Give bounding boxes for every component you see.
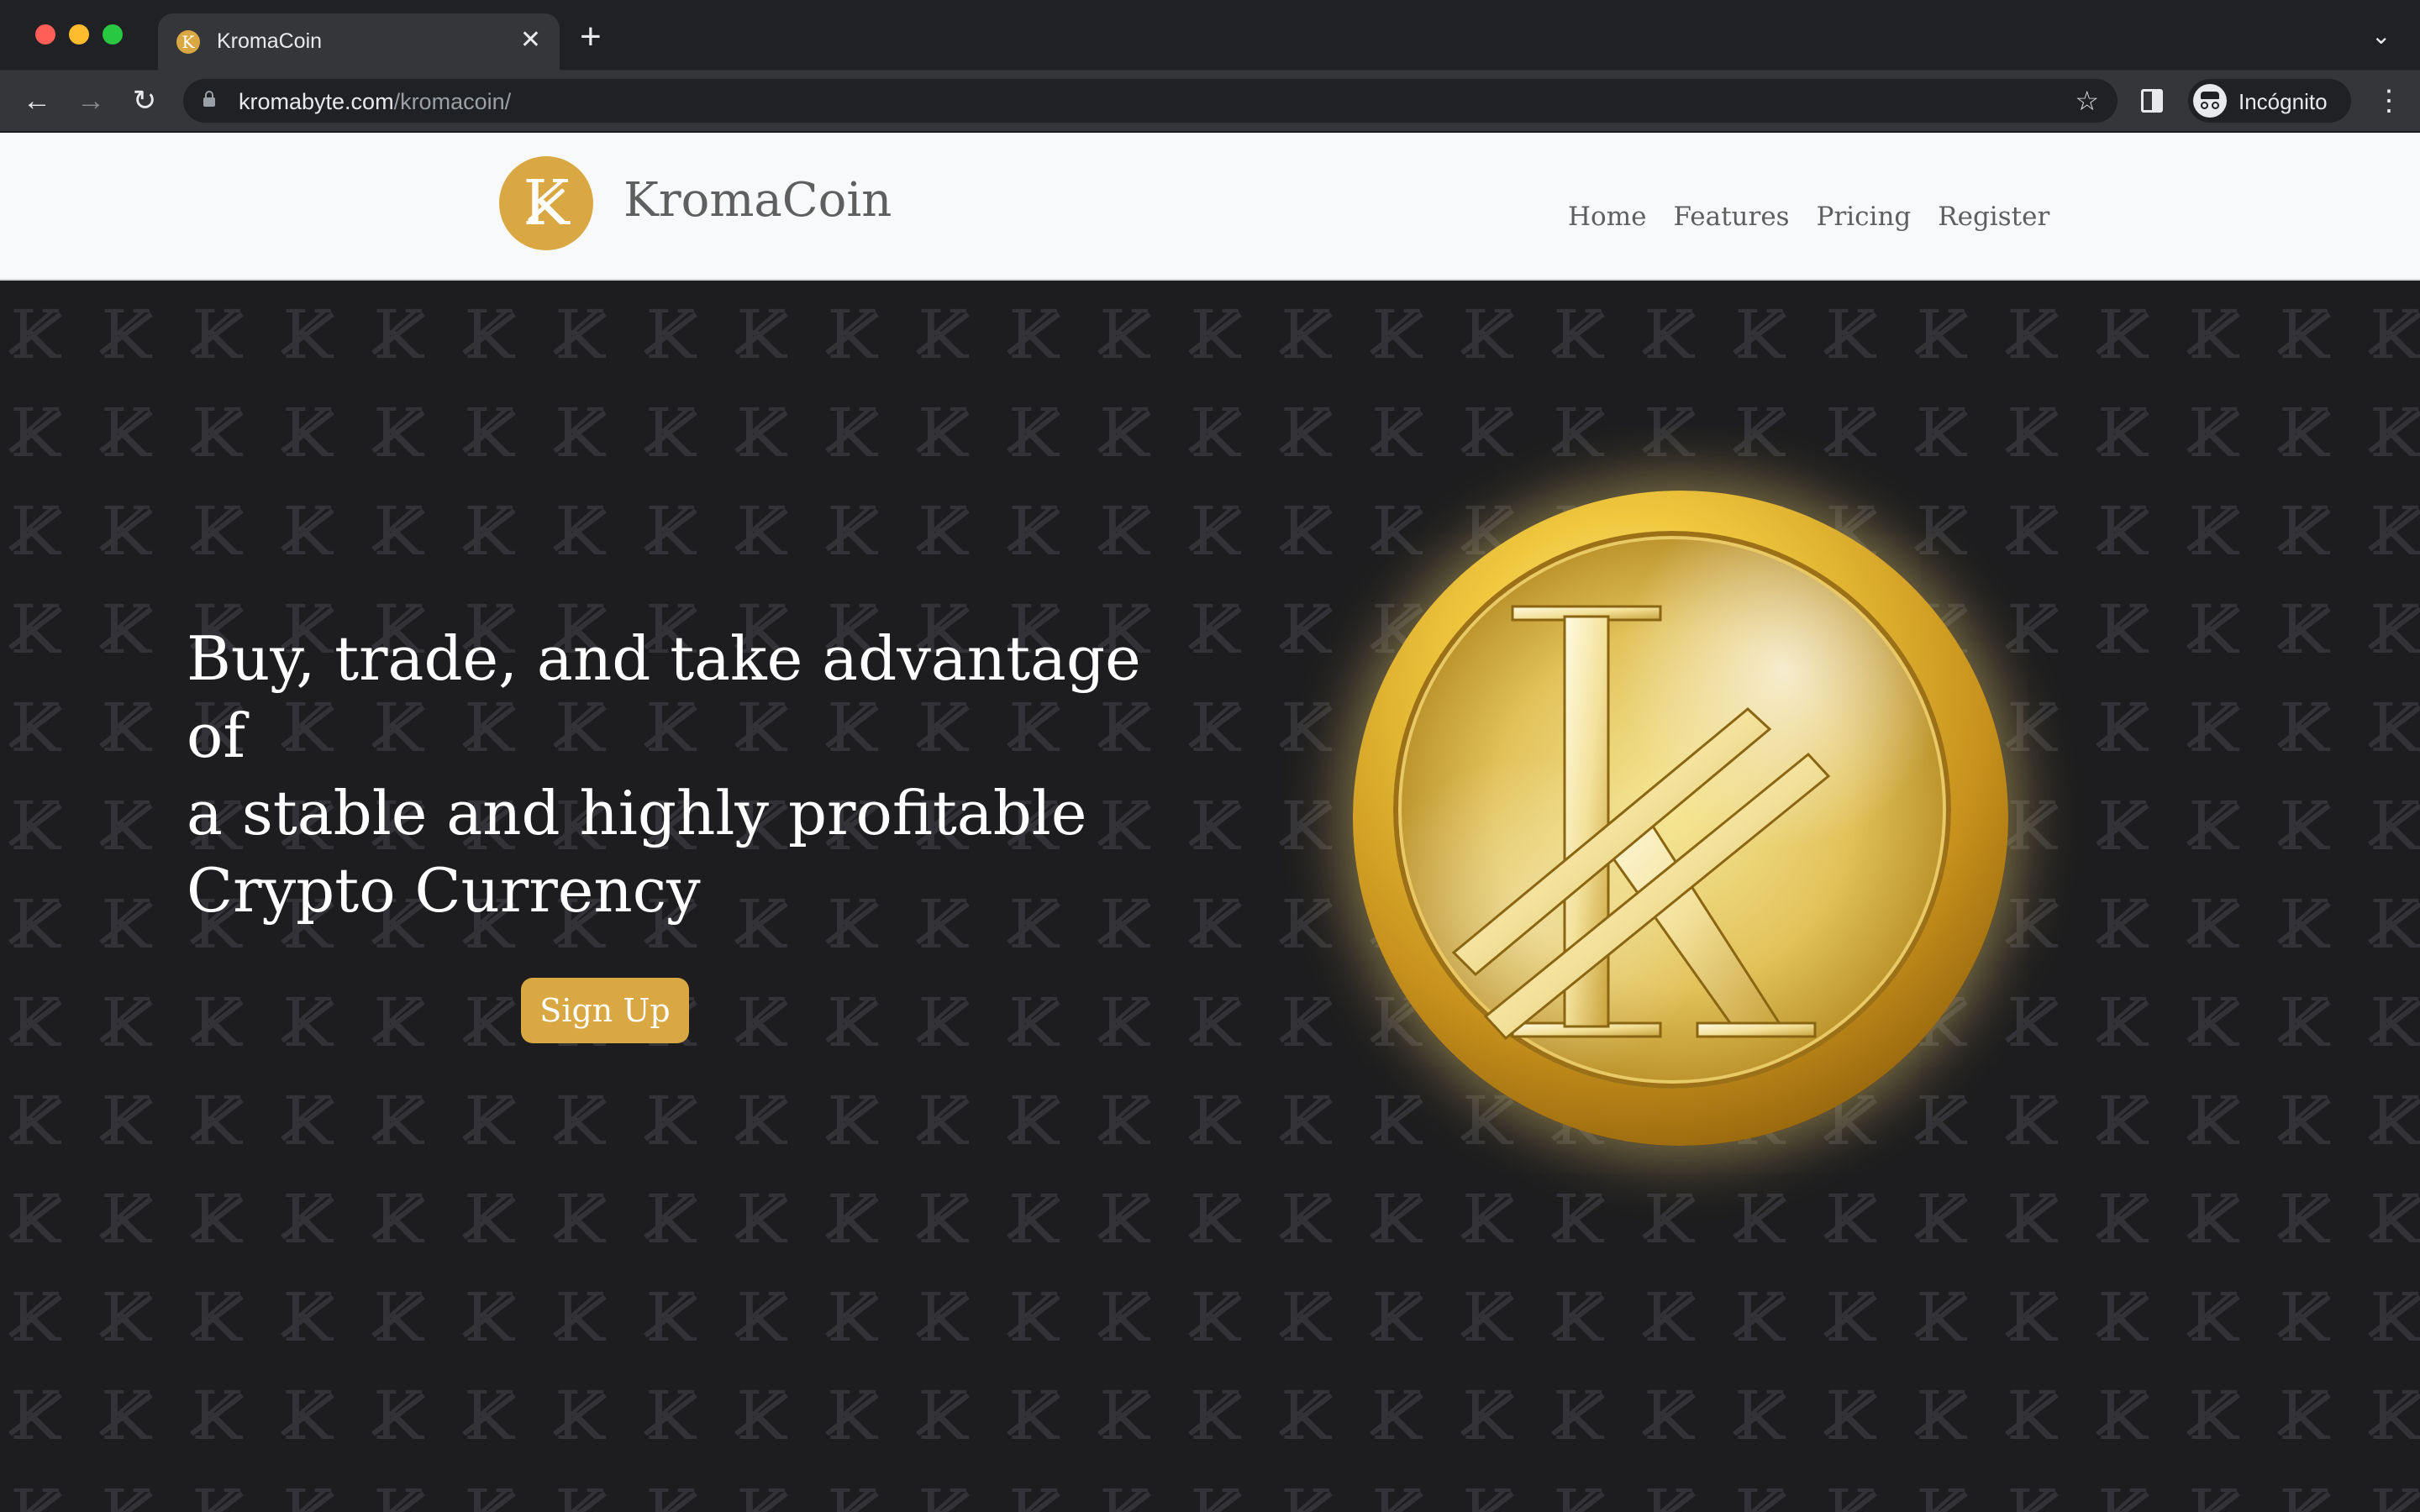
browser-tab-active[interactable]: K KromaCoin ✕ — [158, 13, 560, 71]
coin-k-symbol — [1451, 605, 1831, 1041]
headline-line-2: a stable and highly profitable — [187, 778, 1087, 848]
headline-line-1: Buy, trade, and take advantage of — [187, 623, 1141, 771]
nav-features[interactable]: Features — [1673, 202, 1789, 232]
brand-name[interactable]: KromaCoin — [623, 173, 892, 228]
minimize-window-button[interactable] — [69, 24, 89, 45]
forward-arrow-icon[interactable]: → — [72, 82, 109, 119]
kromacoin-logo[interactable]: K — [499, 156, 593, 250]
gold-coin-image — [1344, 482, 2017, 1154]
maximize-window-button[interactable] — [103, 24, 123, 45]
chevron-down-icon[interactable]: ⌄ — [2371, 22, 2391, 50]
site-header: K KromaCoin Home Features Pricing Regist… — [0, 133, 2420, 281]
reload-icon[interactable]: ↻ — [126, 82, 163, 119]
nav-register[interactable]: Register — [1938, 202, 2049, 232]
sign-up-button[interactable]: Sign Up — [521, 978, 689, 1043]
close-icon[interactable]: ✕ — [520, 27, 541, 54]
hero-headline: Buy, trade, and take advantage of a stab… — [187, 620, 1195, 929]
main-nav: Home Features Pricing Register — [1568, 202, 2049, 232]
kebab-menu-icon[interactable]: ⋮ — [2375, 84, 2403, 118]
incognito-profile-button[interactable]: Incógnito — [2188, 79, 2351, 123]
browser-tab-strip: K KromaCoin ✕ + ⌄ — [0, 0, 2420, 71]
side-panel-icon[interactable] — [2141, 89, 2163, 113]
back-arrow-icon[interactable]: ← — [18, 82, 55, 119]
url-text[interactable]: kromabyte.com/kromacoin/ — [239, 89, 511, 115]
url-path: /kromacoin/ — [393, 89, 512, 114]
kromacoin-favicon-icon: K — [176, 30, 200, 54]
lock-icon[interactable] — [203, 91, 215, 108]
hero-section: Buy, trade, and take advantage of a stab… — [0, 281, 2420, 1512]
address-bar[interactable]: kromabyte.com/kromacoin/ ☆ — [183, 79, 2118, 123]
nav-pricing[interactable]: Pricing — [1817, 202, 1912, 232]
url-host: kromabyte.com — [239, 89, 394, 114]
plus-icon[interactable]: + — [580, 18, 602, 55]
nav-home[interactable]: Home — [1568, 202, 1646, 232]
headline-line-3: Crypto Currency — [187, 855, 701, 926]
star-icon[interactable]: ☆ — [2075, 86, 2099, 116]
incognito-icon — [2193, 84, 2227, 118]
tab-title: KromaCoin — [217, 29, 323, 53]
browser-toolbar: ← → ↻ kromabyte.com/kromacoin/ ☆ Incógni… — [0, 71, 2420, 133]
incognito-label: Incógnito — [2238, 89, 2328, 114]
close-window-button[interactable] — [35, 24, 55, 45]
